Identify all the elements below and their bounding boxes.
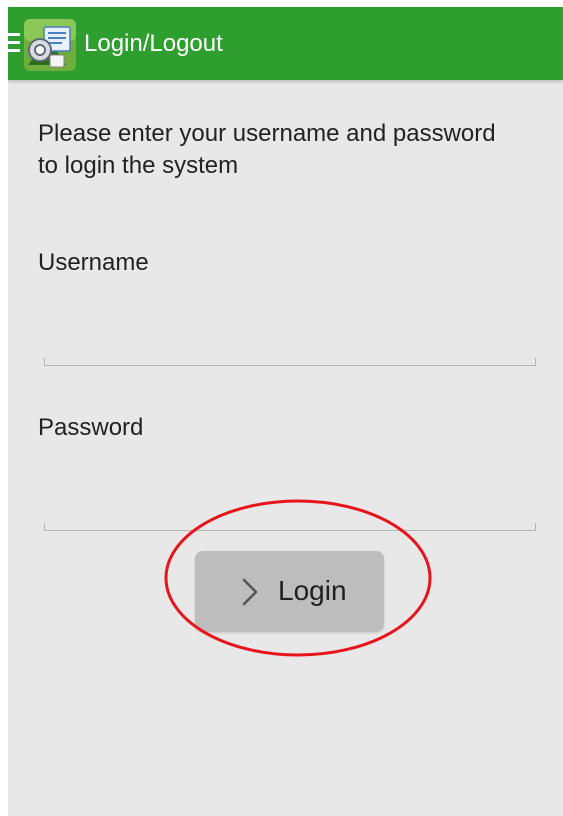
login-instructions: Please enter your username and password … [38, 120, 496, 179]
username-label: Username [38, 249, 149, 276]
chevron-right-icon [242, 578, 258, 606]
hamburger-menu-icon[interactable] [8, 33, 20, 53]
username-underline [44, 358, 536, 366]
app-bar: Login/Logout [8, 7, 563, 80]
login-button-label: Login [278, 575, 347, 606]
password-label: Password [38, 414, 144, 441]
password-underline [44, 523, 536, 531]
login-button[interactable]: Login [195, 551, 384, 632]
app-screen: Login/Logout Please enter your username … [8, 7, 563, 816]
app-logo-icon[interactable] [20, 17, 78, 73]
login-form: Please enter your username and password … [8, 80, 563, 816]
app-bar-title: Login/Logout [84, 30, 223, 57]
